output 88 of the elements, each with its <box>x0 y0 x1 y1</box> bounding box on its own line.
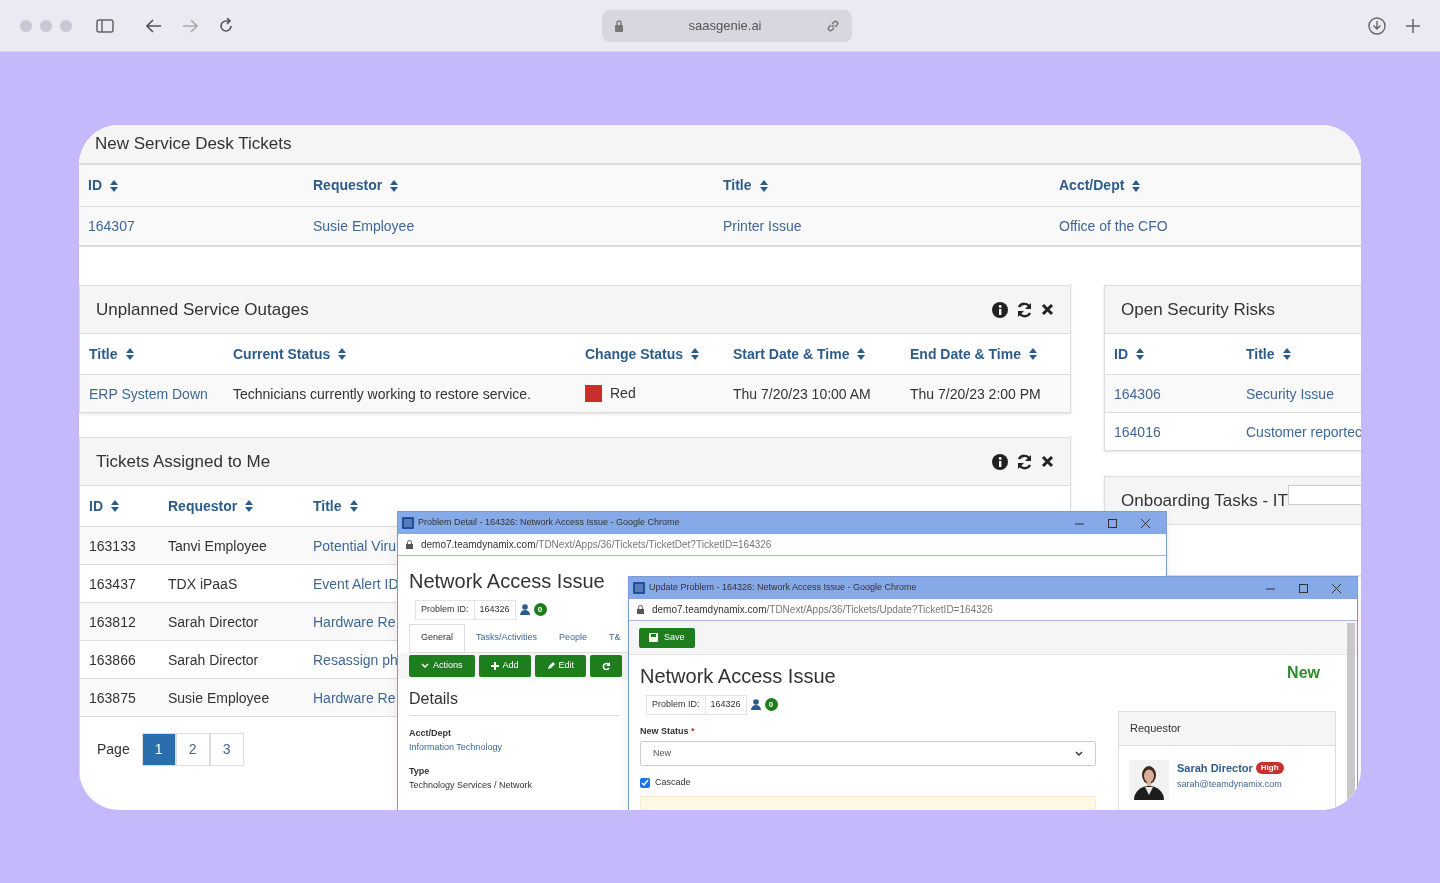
column-header[interactable]: Start Date & Time <box>733 343 850 365</box>
table-cell: 163437 <box>89 575 136 592</box>
column-header[interactable]: ID <box>89 495 103 517</box>
id-label: Problem ID: <box>647 696 706 714</box>
field-link[interactable]: Information Technology <box>409 739 502 754</box>
column-header[interactable]: Requestor <box>313 175 383 196</box>
field-label: Type <box>409 764 430 778</box>
address-bar[interactable]: demo7.teamdynamix.com/TDNext/Apps/36/Tickets/TicketDet?TicketID=164326 <box>398 534 1166 556</box>
column-header[interactable]: Title <box>313 495 342 517</box>
table-cell: TDX iPaaS <box>168 575 238 592</box>
column-header[interactable]: End Date & Time <box>910 343 1021 365</box>
table-cell[interactable]: Office of the CFO <box>1059 218 1168 234</box>
table-cell[interactable]: ERP System Down <box>89 385 208 402</box>
column-header[interactable]: Title <box>1246 343 1275 365</box>
tab[interactable]: General <box>409 623 466 652</box>
id-value: 164326 <box>478 603 511 616</box>
page-button[interactable]: 1 <box>141 733 176 766</box>
table-cell: Sarah Director <box>168 651 259 668</box>
column-header[interactable]: Requestor <box>168 495 238 517</box>
column-header[interactable]: Title <box>89 343 118 365</box>
table-cell: Tanvi Employee <box>168 537 267 554</box>
address-bar[interactable]: saasgenie.ai <box>602 9 852 42</box>
table-cell-text: Red <box>610 384 636 403</box>
table-cell[interactable]: 164306 <box>1114 385 1161 402</box>
table-cell[interactable]: Hardware Re <box>313 613 396 630</box>
tab[interactable]: People <box>548 623 599 652</box>
field-label: New Status * <box>640 724 696 738</box>
table-cell: 163812 <box>89 613 136 630</box>
table-cell[interactable]: Hardware Re <box>313 689 396 706</box>
field-label: Acct/Dept <box>409 726 451 740</box>
window-title: Update Problem - 164326: Network Access Issue - Google Chrome <box>649 581 917 595</box>
table-cell[interactable]: Customer reportec <box>1246 423 1361 440</box>
section-heading: Details <box>409 689 458 707</box>
url-text: demo7.teamdynamix.com/TDNext/Apps/36/Tickets/TicketDet?TicketID=164326 <box>421 538 772 552</box>
url-text: demo7.teamdynamix.com/TDNext/Apps/36/Tickets/Update?TicketID=164326 <box>652 603 993 617</box>
action-button[interactable]: Actions <box>409 654 475 677</box>
page-heading: Network Access Issue <box>640 664 836 689</box>
table-cell[interactable]: 164016 <box>1114 423 1161 440</box>
priority-badge: High <box>1255 761 1284 774</box>
table-cell: Thu 7/20/23 10:00 AM <box>733 385 871 402</box>
table-cell[interactable]: Resassign ph <box>313 651 398 668</box>
table-cell: 163133 <box>89 537 136 554</box>
tab[interactable]: T& <box>598 623 632 652</box>
page-heading: Network Access Issue <box>409 569 605 594</box>
status-text: New <box>1287 663 1320 683</box>
table-cell: Technicians currently working to restore service. <box>233 385 531 402</box>
pagination-label: Page <box>97 740 130 759</box>
table-cell: Susie Employee <box>168 689 270 706</box>
table-cell[interactable]: 164307 <box>88 218 135 234</box>
table-cell: 163875 <box>89 689 136 706</box>
panel-title: Requestor <box>1130 720 1181 736</box>
url-text: saasgenie.ai <box>688 16 762 35</box>
table-cell: 163866 <box>89 651 136 668</box>
page-button[interactable]: 3 <box>209 733 244 766</box>
tab[interactable]: Tasks/Activities <box>465 623 549 652</box>
panel-title: Tickets Assigned to Me <box>96 450 271 473</box>
email-link[interactable]: sarah@teamdynamix.com <box>1177 778 1284 792</box>
action-button[interactable]: Add <box>478 654 531 677</box>
panel-title: Unplanned Service Outages <box>96 298 309 321</box>
save-button[interactable]: Save <box>639 627 695 648</box>
table-cell[interactable]: Susie Employee <box>313 218 415 234</box>
column-header[interactable]: Title <box>723 175 752 196</box>
column-header[interactable]: Change Status <box>585 343 683 365</box>
column-header[interactable]: Current Status <box>233 343 331 365</box>
id-label: Problem ID: <box>416 601 475 619</box>
count-badge: 0 <box>533 603 547 617</box>
page-button[interactable]: 2 <box>175 733 210 766</box>
table-cell[interactable]: Printer Issue <box>723 218 802 234</box>
count-badge: 0 <box>764 698 778 712</box>
window-title: Problem Detail - 164326: Network Access Issue - Google Chrome <box>418 516 680 530</box>
id-value: 164326 <box>709 698 742 711</box>
status-select[interactable]: New <box>640 741 1096 766</box>
table-cell[interactable]: Potential Viru <box>313 537 396 554</box>
column-header[interactable]: ID <box>1114 343 1128 365</box>
action-button[interactable]: Edit <box>534 654 587 677</box>
select-value: New <box>653 746 671 760</box>
table-cell[interactable]: Security Issue <box>1246 385 1334 402</box>
panel-title: Open Security Risks <box>1121 298 1275 321</box>
column-header[interactable]: Acct/Dept <box>1059 175 1125 196</box>
table-cell: Sarah Director <box>168 613 259 630</box>
address-bar[interactable]: demo7.teamdynamix.com/TDNext/Apps/36/Tickets/Update?TicketID=164326 <box>629 599 1357 621</box>
field-value: Technology Services / Network <box>409 778 533 792</box>
panel-title: New Service Desk Tickets <box>95 133 292 156</box>
panel-title: Onboarding Tasks - IT <box>1121 489 1288 512</box>
requestor-name[interactable]: Sarah Director <box>1177 759 1253 776</box>
column-header[interactable]: ID <box>88 175 102 196</box>
checkbox-label: Cascade <box>655 776 691 789</box>
table-cell: Thu 7/20/23 2:00 PM <box>910 385 1041 402</box>
